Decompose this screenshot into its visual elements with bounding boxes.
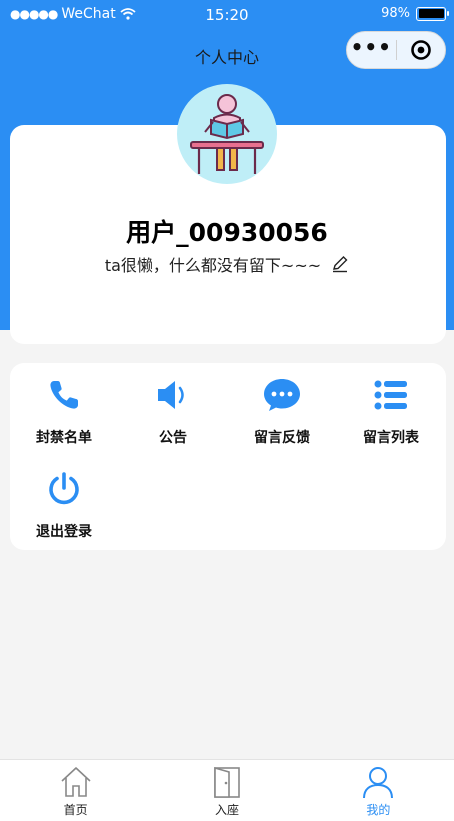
signature-text: ta很懒，什么都没有留下~~~	[104, 256, 322, 275]
tab-label: 入座	[214, 803, 239, 817]
menu-item-label: 封禁名单	[36, 430, 92, 446]
user-icon	[363, 767, 394, 799]
chat-bubble-icon	[264, 379, 300, 411]
menu-item-logout[interactable]: 退出登录	[12, 469, 116, 541]
reading-person-icon	[190, 94, 264, 174]
menu-item-label: 公告	[159, 430, 187, 446]
battery-icon	[416, 6, 449, 21]
home-icon	[61, 767, 91, 797]
menu-item-label: 留言反馈	[254, 430, 310, 446]
mini-program-capsule: •••	[346, 31, 446, 69]
list-icon	[374, 380, 407, 410]
avatar[interactable]	[177, 84, 277, 184]
bottom-tab-bar: 首页 入座 我的	[0, 759, 454, 821]
signature-row: ta很懒，什么都没有留下~~~	[0, 252, 454, 276]
tab-label: 首页	[63, 803, 88, 817]
menu-item-feedback[interactable]: 留言反馈	[230, 375, 334, 447]
speaker-icon	[158, 381, 184, 409]
more-button[interactable]: •••	[347, 37, 396, 57]
phone-icon	[50, 381, 78, 409]
power-icon	[49, 472, 79, 505]
battery-percent: 98%	[381, 6, 410, 21]
menu-item-banned-list[interactable]: 封禁名单	[12, 375, 116, 447]
door-icon	[214, 766, 240, 798]
tab-seat[interactable]: 入座	[151, 760, 302, 821]
close-button[interactable]	[396, 39, 445, 61]
target-close-icon	[410, 40, 431, 60]
menu-item-announcement[interactable]: 公告	[121, 375, 225, 447]
status-right: 98%	[381, 6, 449, 21]
tab-label: 我的	[366, 803, 391, 817]
username: 用户_00930056	[126, 218, 328, 247]
menu-card: 封禁名单 公告 留言反馈 留言列表 退出登录	[10, 363, 446, 550]
edit-pencil-icon[interactable]	[331, 255, 349, 273]
menu-item-label: 退出登录	[36, 524, 92, 540]
tab-home[interactable]: 首页	[0, 760, 151, 821]
status-bar: ●●●●● WeChat 15:20 98%	[0, 0, 454, 30]
menu-item-label: 留言列表	[363, 430, 419, 446]
menu-item-message-list[interactable]: 留言列表	[339, 375, 443, 447]
tab-mine[interactable]: 我的	[303, 760, 454, 821]
